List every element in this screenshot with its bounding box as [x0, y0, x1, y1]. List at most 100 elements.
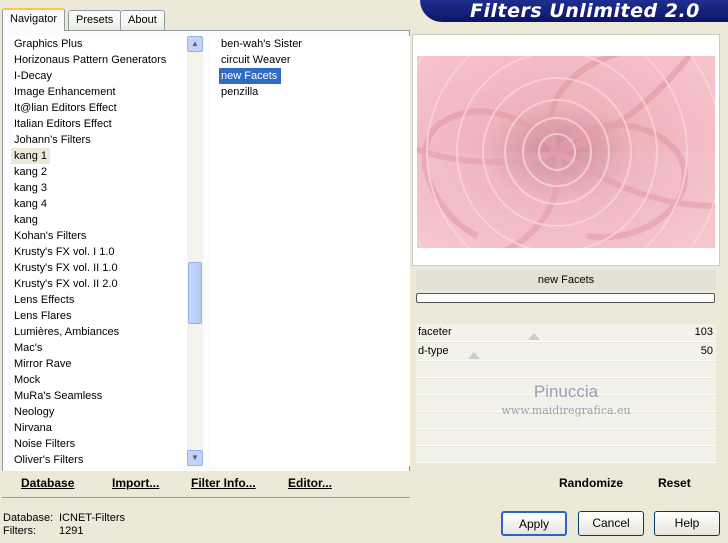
- param-d-type-value: 50: [700, 345, 713, 357]
- cancel-button[interactable]: Cancel: [578, 511, 644, 536]
- category-item-label: Graphics Plus: [14, 38, 83, 50]
- tab-presets[interactable]: Presets: [68, 10, 122, 30]
- category-item-label: MuRa's Seamless: [14, 390, 103, 402]
- slider-handle[interactable]: [468, 352, 480, 359]
- reset-button[interactable]: Reset: [658, 476, 691, 490]
- category-item-label: Mac's: [14, 342, 43, 354]
- category-item-label: kang 1: [11, 148, 51, 164]
- category-item-label: Image Enhancement: [14, 86, 116, 98]
- status-filters-value: 1291: [59, 525, 84, 537]
- category-item-label: kang 2: [14, 166, 48, 178]
- category-item[interactable]: It@lian Editors Effect: [11, 100, 187, 116]
- randomize-button[interactable]: Randomize: [559, 476, 623, 490]
- category-item[interactable]: Mac's: [11, 340, 187, 356]
- filter-item-label: circuit Weaver: [221, 54, 291, 66]
- category-item[interactable]: Graphics Plus: [11, 36, 187, 52]
- filter-item-label: new Facets: [219, 68, 282, 84]
- category-item-label: kang 4: [14, 198, 48, 210]
- scroll-up-button[interactable]: ▲: [187, 36, 203, 52]
- category-item[interactable]: Nirvana: [11, 420, 187, 436]
- filter-list[interactable]: ben-wah's Sister circuit Weaver new Facets…: [210, 36, 410, 466]
- filter-name-label: new Facets: [416, 270, 716, 290]
- app-title: Filters Unlimited 2.0: [470, 0, 700, 22]
- left-toolbar: Database Import... Filter Info... Editor…: [2, 471, 410, 497]
- category-item[interactable]: MuRa's Seamless: [11, 388, 187, 404]
- apply-button[interactable]: Apply: [501, 511, 567, 536]
- category-item[interactable]: kang: [11, 212, 187, 228]
- empty-param-row: [416, 362, 716, 378]
- scroll-down-button[interactable]: ▼: [187, 450, 203, 466]
- category-item[interactable]: Johann's Filters: [11, 132, 187, 148]
- category-item[interactable]: Lumières, Ambiances: [11, 324, 187, 340]
- filter-info-button[interactable]: Filter Info...: [191, 476, 256, 490]
- category-list[interactable]: Graphics Plus Horizonaus Pattern Generato…: [11, 36, 187, 466]
- filter-item[interactable]: ben-wah's Sister: [210, 36, 410, 52]
- category-item-label: Kohan's Filters: [14, 230, 87, 242]
- category-item[interactable]: Lens Flares: [11, 308, 187, 324]
- category-item-label: I-Decay: [14, 70, 52, 82]
- scroll-thumb[interactable]: [188, 262, 202, 324]
- category-item[interactable]: kang 4: [11, 196, 187, 212]
- category-item[interactable]: Krusty's FX vol. II 2.0: [11, 276, 187, 292]
- filter-item[interactable]: new Facets: [210, 68, 410, 84]
- category-item-label: Lens Effects: [14, 294, 75, 306]
- watermark-name: Pinuccia: [533, 382, 599, 401]
- empty-param-row: [416, 447, 716, 463]
- editor-button[interactable]: Editor...: [288, 476, 332, 490]
- category-item[interactable]: I-Decay: [11, 68, 187, 84]
- category-item[interactable]: kang 2: [11, 164, 187, 180]
- category-item[interactable]: Horizonaus Pattern Generators: [11, 52, 187, 68]
- category-item[interactable]: Image Enhancement: [11, 84, 187, 100]
- filter-item-label: ben-wah's Sister: [221, 38, 302, 50]
- tab-about[interactable]: About: [120, 10, 165, 30]
- empty-param-row: [416, 430, 716, 446]
- filter-item[interactable]: penzilla: [210, 84, 410, 100]
- category-item[interactable]: kang 1: [11, 148, 187, 164]
- category-item[interactable]: Neology: [11, 404, 187, 420]
- category-item-label: Noise Filters: [14, 438, 76, 450]
- param-faceter-value: 103: [694, 326, 713, 338]
- param-faceter[interactable]: faceter 103: [416, 324, 716, 342]
- database-button[interactable]: Database: [21, 476, 74, 490]
- category-item[interactable]: Mock: [11, 372, 187, 388]
- category-item-label: Horizonaus Pattern Generators: [14, 54, 167, 66]
- category-item[interactable]: Noise Filters: [11, 436, 187, 452]
- category-item[interactable]: Lens Effects: [11, 292, 187, 308]
- param-faceter-label: faceter: [418, 326, 452, 338]
- status-filters-label: Filters:: [3, 525, 36, 537]
- param-d-type[interactable]: d-type 50: [416, 343, 716, 361]
- status-database-value: ICNET-Filters: [59, 512, 125, 524]
- category-item-label: Mirror Rave: [14, 358, 72, 370]
- preview-image: [417, 56, 715, 248]
- category-item-label: Johann's Filters: [14, 134, 91, 146]
- category-item[interactable]: Krusty's FX vol. II 1.0: [11, 260, 187, 276]
- watermark-url: www.maidiregrafica.eu: [501, 404, 631, 417]
- category-item-label: Krusty's FX vol. II 2.0: [14, 278, 118, 290]
- category-item[interactable]: Italian Editors Effect: [11, 116, 187, 132]
- category-item-label: Lumières, Ambiances: [14, 326, 120, 338]
- tab-navigator[interactable]: Navigator: [2, 8, 66, 31]
- category-item-label: kang: [14, 214, 38, 226]
- progress-bar: [416, 293, 715, 303]
- category-item-label: Italian Editors Effect: [14, 118, 112, 130]
- category-item[interactable]: Krusty's FX vol. I 1.0: [11, 244, 187, 260]
- help-button[interactable]: Help: [654, 511, 720, 536]
- slider-handle[interactable]: [528, 333, 540, 340]
- category-item-label: Krusty's FX vol. I 1.0: [14, 246, 115, 258]
- category-item[interactable]: Mirror Rave: [11, 356, 187, 372]
- category-item-label: Neology: [14, 406, 55, 418]
- right-toolbar: Randomize Reset: [416, 471, 720, 497]
- status-database-label: Database:: [3, 512, 54, 524]
- filter-item[interactable]: circuit Weaver: [210, 52, 410, 68]
- category-scrollbar[interactable]: ▲ ▼: [187, 36, 203, 466]
- category-item[interactable]: Oliver's Filters: [11, 452, 187, 466]
- category-item-label: Krusty's FX vol. II 1.0: [14, 262, 118, 274]
- category-item-label: Oliver's Filters: [14, 454, 84, 466]
- category-item[interactable]: Kohan's Filters: [11, 228, 187, 244]
- import-button[interactable]: Import...: [112, 476, 159, 490]
- param-d-type-label: d-type: [418, 345, 449, 357]
- category-item-label: Lens Flares: [14, 310, 72, 322]
- category-item-label: Nirvana: [14, 422, 52, 434]
- category-item-label: It@lian Editors Effect: [14, 102, 117, 114]
- category-item[interactable]: kang 3: [11, 180, 187, 196]
